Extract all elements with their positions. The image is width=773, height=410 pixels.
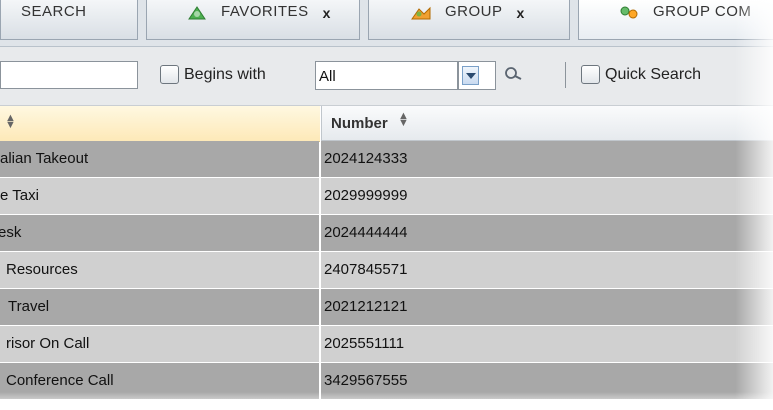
group-common-icon — [620, 6, 638, 18]
contact-number-cell: 2021212121 — [321, 289, 773, 325]
contacts-panel: SEARCH FAVORITES x GROUP x GROUP COM Beg… — [0, 0, 773, 410]
tab-group-common[interactable]: GROUP COM — [578, 0, 773, 40]
tab-favorites[interactable]: FAVORITES x — [146, 0, 360, 40]
group-icon — [411, 6, 431, 19]
contact-name-cell: e Taxi — [0, 178, 319, 214]
contact-name-cell: risor On Call — [0, 326, 319, 362]
contact-name: esk — [0, 224, 22, 241]
quick-search-checkbox[interactable] — [581, 65, 600, 84]
contact-number-cell: 3429567555 — [321, 363, 773, 399]
contact-name-cell: esk — [0, 215, 319, 251]
contact-number-cell: 2029999999 — [321, 178, 773, 214]
contact-name: alian Takeout — [0, 150, 89, 167]
contact-number-cell: 2407845571 — [321, 252, 773, 288]
tab-bar: SEARCH FAVORITES x GROUP x GROUP COM — [0, 0, 773, 47]
contact-name-cell: alian Takeout — [0, 141, 319, 177]
contact-name: Resources — [6, 261, 78, 278]
table-row[interactable]: Conference Call 3429567555 — [0, 363, 773, 400]
table-row[interactable]: Travel 2021212121 — [0, 289, 773, 326]
tab-group[interactable]: GROUP x — [368, 0, 570, 40]
table-row[interactable]: e Taxi 2029999999 — [0, 178, 773, 215]
tab-group-common-label: GROUP COM — [653, 3, 752, 20]
table-row[interactable]: risor On Call 2025551111 — [0, 326, 773, 363]
search-input[interactable] — [0, 61, 138, 89]
filter-select[interactable]: All — [315, 61, 458, 90]
contact-number-cell: 2024124333 — [321, 141, 773, 177]
table-row[interactable]: Resources 2407845571 — [0, 252, 773, 289]
table-row[interactable]: esk 2024444444 — [0, 215, 773, 252]
tab-search-label: SEARCH — [21, 3, 87, 20]
contact-name: risor On Call — [6, 335, 90, 352]
close-icon[interactable]: x — [323, 5, 331, 21]
filter-dropdown-button[interactable] — [458, 61, 496, 90]
contact-name: e Taxi — [0, 187, 39, 204]
tab-search[interactable]: SEARCH — [0, 0, 138, 40]
favorites-icon — [188, 5, 206, 19]
sort-icon: ▲ ▼ — [398, 110, 409, 129]
contact-rows: alian Takeout 2024124333 e Taxi 20299999… — [0, 141, 773, 400]
column-header-name[interactable]: ▲ ▼ — [0, 106, 320, 142]
contact-name-cell: Resources — [0, 252, 319, 288]
tab-favorites-label: FAVORITES — [221, 3, 309, 20]
contact-name-cell: Conference Call — [0, 363, 319, 399]
column-header-number-label: Number — [331, 115, 388, 132]
search-icon[interactable] — [503, 65, 525, 85]
filter-select-value: All — [319, 68, 336, 85]
toolbar-divider — [565, 62, 566, 88]
sort-icon: ▲ ▼ — [5, 112, 16, 131]
table-row[interactable]: alian Takeout 2024124333 — [0, 141, 773, 178]
close-icon[interactable]: x — [517, 5, 525, 21]
chevron-down-icon — [462, 66, 479, 85]
quick-search-label: Quick Search — [605, 66, 702, 83]
contact-name: Travel — [8, 298, 50, 315]
contact-number-cell: 2025551111 — [321, 326, 773, 362]
begins-with-label: Begins with — [184, 66, 266, 83]
tab-group-label: GROUP — [445, 3, 503, 20]
contact-number-cell: 2024444444 — [321, 215, 773, 251]
contact-name: Conference Call — [6, 372, 114, 389]
search-toolbar: Begins with All Quick Search — [0, 47, 773, 106]
column-header-number[interactable]: Number ▲ ▼ — [321, 106, 773, 141]
contact-name-cell: Travel — [0, 289, 319, 325]
grid-header: ▲ ▼ Number ▲ ▼ — [0, 106, 773, 142]
begins-with-checkbox[interactable] — [160, 65, 179, 84]
